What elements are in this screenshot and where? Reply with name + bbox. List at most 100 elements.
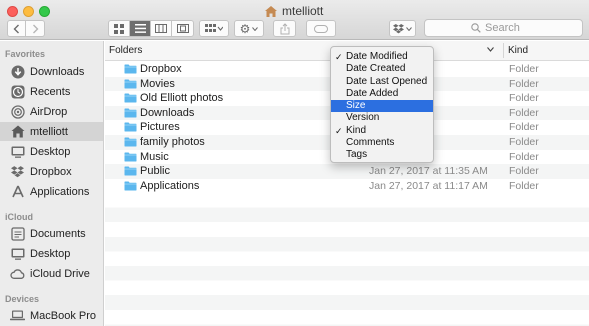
folder-icon xyxy=(124,122,137,132)
share-button[interactable] xyxy=(273,20,296,37)
sidebar-item-label: AirDrop xyxy=(30,105,68,118)
sidebar-item-label: Applications xyxy=(30,185,90,198)
sidebar-item-label: iCloud Drive xyxy=(30,267,90,280)
menu-item-version[interactable]: Version xyxy=(331,112,433,124)
file-kind: Folder xyxy=(509,179,539,192)
sidebar-item-downloads[interactable]: Downloads xyxy=(0,62,103,81)
home-icon xyxy=(265,5,277,17)
download-circle-icon xyxy=(10,64,25,79)
dropbox-icon xyxy=(393,23,404,33)
gallery-view-button[interactable] xyxy=(172,21,193,36)
file-kind: Folder xyxy=(509,92,539,105)
sidebar-item-applications[interactable]: Applications xyxy=(0,182,103,201)
column-header-kind[interactable]: Kind xyxy=(508,45,528,56)
file-name: Downloads xyxy=(140,106,195,119)
chevron-down-icon xyxy=(252,26,259,31)
table-row[interactable]: Applications Jan 27, 2017 at 11:17 AM Fold… xyxy=(105,179,589,194)
chevron-down-icon xyxy=(406,26,412,31)
group-by-button[interactable] xyxy=(199,20,229,37)
icon-view-button[interactable] xyxy=(109,21,130,36)
menu-item-label: Tags xyxy=(346,149,368,161)
menu-item-label: Comments xyxy=(346,137,395,149)
search-field[interactable]: Search xyxy=(424,19,583,37)
cloud-icon xyxy=(10,266,25,281)
sidebar-item-desktop[interactable]: Desktop xyxy=(0,142,103,161)
sidebar-item-dropbox[interactable]: Dropbox xyxy=(0,162,103,181)
file-name: Movies xyxy=(140,77,175,90)
file-name: Old Elliott photos xyxy=(140,92,224,105)
dropbox-menu-button[interactable] xyxy=(389,20,416,37)
folder-icon xyxy=(124,181,137,191)
empty-rows-background xyxy=(105,193,589,326)
file-name: family photos xyxy=(140,135,205,148)
sidebar-item-documents[interactable]: Documents xyxy=(0,224,103,243)
sidebar-item-mtelliott[interactable]: mtelliott xyxy=(0,122,103,141)
menu-item-label: Date Last Opened xyxy=(346,75,428,87)
menu-item-size[interactable]: Size xyxy=(331,100,433,113)
file-kind: Folder xyxy=(509,135,539,148)
menu-item-label: Date Created xyxy=(346,63,406,75)
file-name: Pictures xyxy=(140,121,180,134)
zoom-button[interactable] xyxy=(39,6,50,17)
menu-item-tags[interactable]: Tags xyxy=(331,149,433,161)
sidebar: Favorites Downloads Recents AirDrop mtel… xyxy=(0,41,104,326)
menu-item-date-modified[interactable]: ✓ Date Modified xyxy=(331,51,433,63)
list-view-button[interactable] xyxy=(130,21,151,36)
sidebar-item-label: Documents xyxy=(30,227,86,240)
action-button[interactable]: ⚙ xyxy=(234,20,264,37)
sidebar-item-recents[interactable]: Recents xyxy=(0,82,103,101)
menu-item-date-added[interactable]: Date Added xyxy=(331,88,433,100)
chevron-down-icon[interactable] xyxy=(487,47,494,52)
menu-item-label: Date Modified xyxy=(346,51,408,62)
minimize-button[interactable] xyxy=(23,6,34,17)
folder-icon xyxy=(124,137,137,147)
folder-icon xyxy=(124,93,137,103)
sidebar-item-label: mtelliott xyxy=(30,125,68,138)
file-kind: Folder xyxy=(509,77,539,90)
file-kind: Folder xyxy=(509,165,539,178)
column-header-name[interactable]: Folders xyxy=(109,45,142,56)
folder-icon xyxy=(124,64,137,74)
group-icon xyxy=(205,24,223,32)
file-date: Jan 27, 2017 at 11:17 AM xyxy=(369,179,488,192)
close-button[interactable] xyxy=(7,6,18,17)
table-row[interactable]: Public Jan 27, 2017 at 11:35 AM Folder xyxy=(105,164,589,179)
file-kind: Folder xyxy=(509,150,539,163)
airdrop-icon xyxy=(10,104,25,119)
view-mode-control xyxy=(108,20,194,37)
folder-icon xyxy=(124,152,137,162)
sidebar-heading-icloud: iCloud xyxy=(5,212,33,222)
window-title-text: mtelliott xyxy=(282,4,324,18)
forward-button[interactable] xyxy=(26,21,44,36)
column-view-button[interactable] xyxy=(151,21,172,36)
tags-button[interactable] xyxy=(306,20,336,37)
search-placeholder: Search xyxy=(485,22,520,34)
back-button[interactable] xyxy=(8,21,26,36)
tag-icon xyxy=(314,24,328,33)
sidebar-item-airdrop[interactable]: AirDrop xyxy=(0,102,103,121)
menu-item-date-created[interactable]: Date Created xyxy=(331,63,433,75)
desktop-icon xyxy=(10,144,25,159)
list-icon xyxy=(134,24,146,33)
sidebar-item-macbook-pro[interactable]: MacBook Pro xyxy=(0,306,103,325)
chevron-right-icon xyxy=(32,24,38,33)
sidebar-item-icloud-drive[interactable]: iCloud Drive xyxy=(0,264,103,283)
dropbox-icon xyxy=(10,164,25,179)
sidebar-item-label: MacBook Pro xyxy=(30,309,97,322)
sidebar-item-label: Downloads xyxy=(30,65,85,78)
columns-icon xyxy=(155,24,167,33)
sidebar-item-label: Dropbox xyxy=(30,165,72,178)
checkmark-icon: ✓ xyxy=(335,52,343,62)
sidebar-item-icloud-desktop[interactable]: Desktop xyxy=(0,244,103,263)
menu-item-kind[interactable]: ✓ Kind xyxy=(331,125,433,137)
file-kind: Folder xyxy=(509,106,539,119)
menu-item-comments[interactable]: Comments xyxy=(331,137,433,149)
share-icon xyxy=(280,22,289,34)
menu-item-date-last-opened[interactable]: Date Last Opened xyxy=(331,76,433,88)
sidebar-heading-favorites: Favorites xyxy=(5,49,46,59)
file-name: Dropbox xyxy=(140,63,182,75)
folder-icon xyxy=(124,166,137,176)
column-divider[interactable] xyxy=(503,43,504,58)
applications-icon xyxy=(10,184,25,199)
menu-item-label: Version xyxy=(346,112,380,124)
